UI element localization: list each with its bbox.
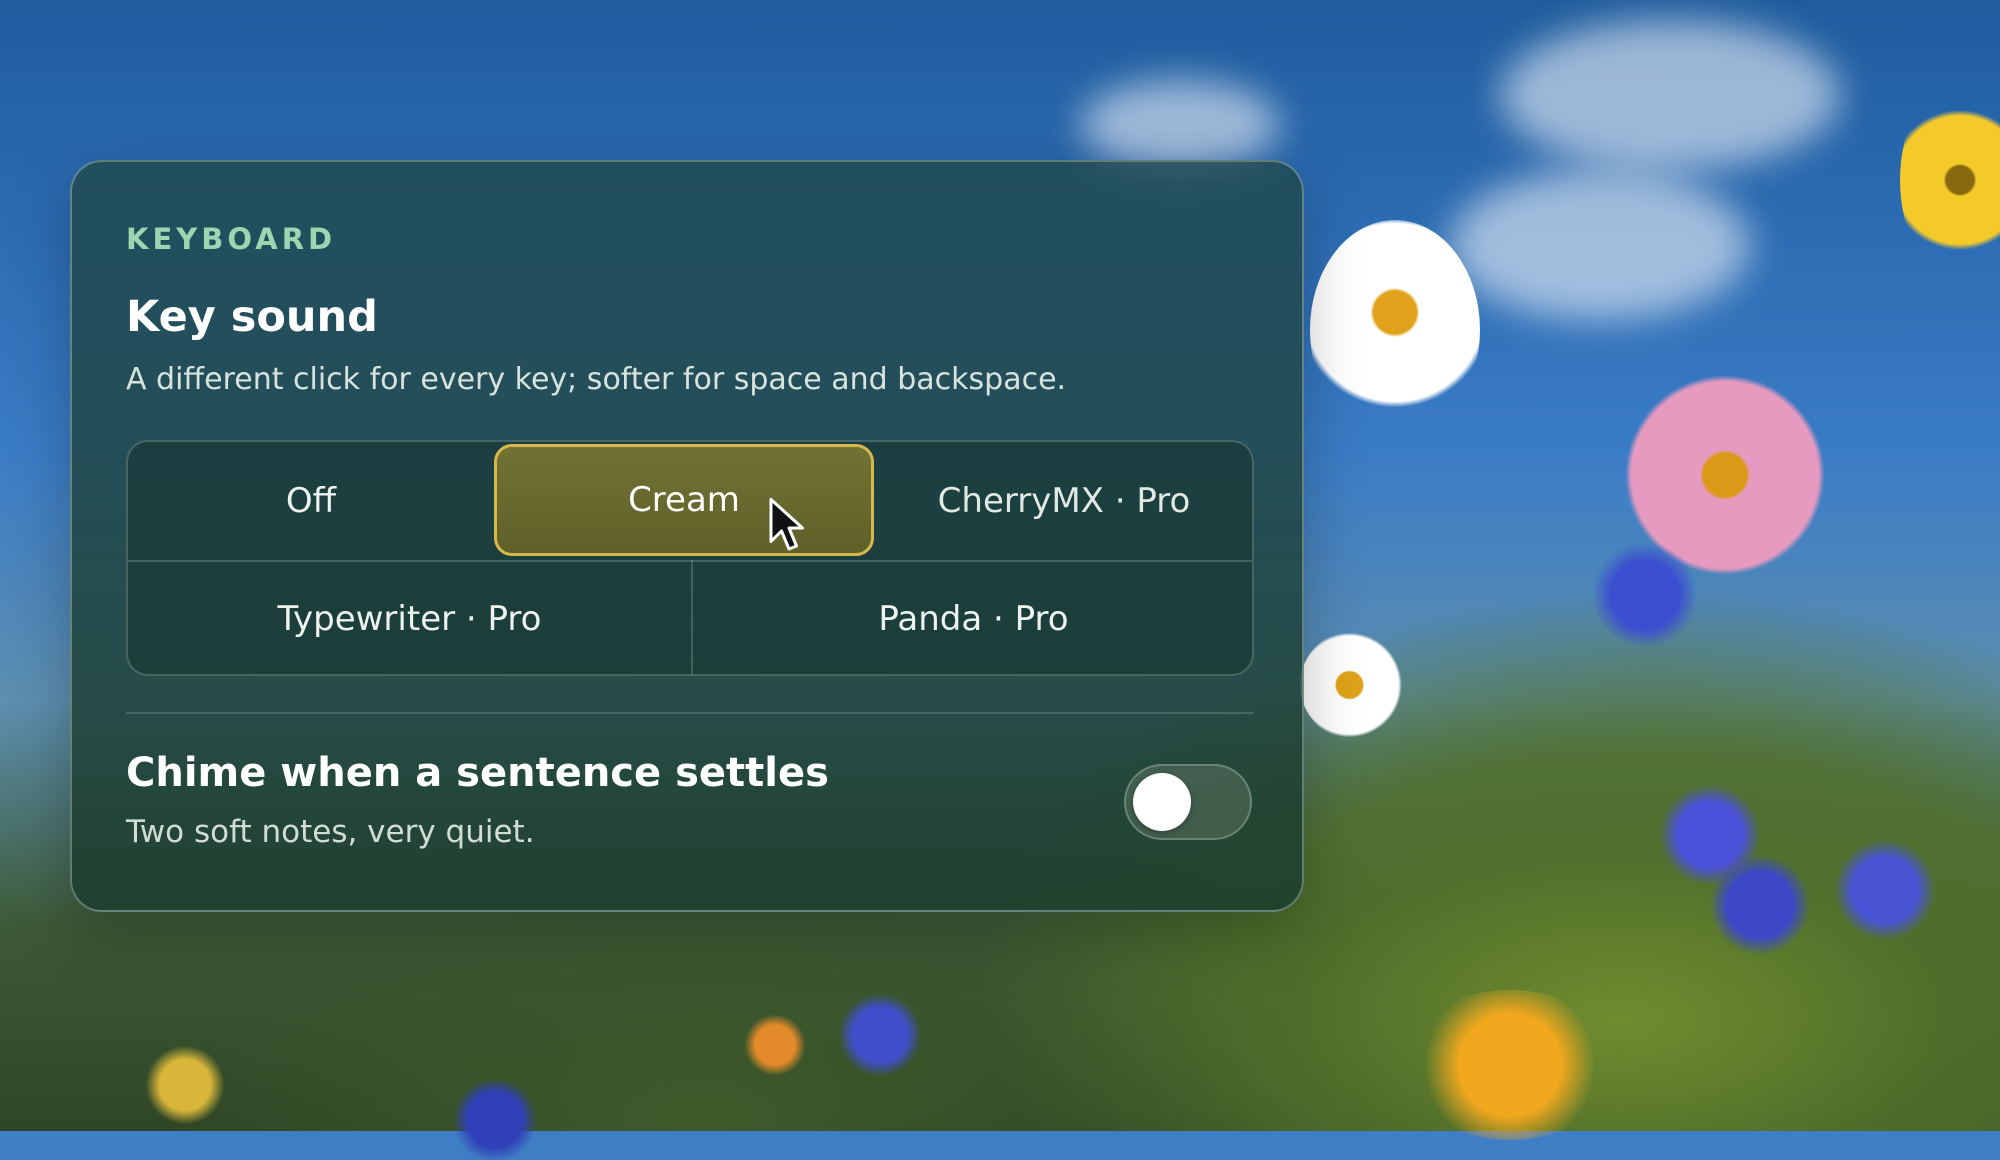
toggle-knob bbox=[1133, 773, 1191, 831]
key-sound-options: Off Cream CherryMX · Pro Typewriter · Pr… bbox=[126, 440, 1254, 676]
keyboard-settings-panel: KEYBOARD Key sound A different click for… bbox=[70, 160, 1304, 912]
key-sound-description: A different click for every key; softer … bbox=[126, 362, 1067, 397]
mouse-pointer-icon bbox=[769, 498, 804, 551]
key-sound-title: Key sound bbox=[126, 292, 378, 342]
chime-description: Two soft notes, very quiet. bbox=[126, 814, 535, 850]
key-sound-option-cream[interactable]: Cream bbox=[494, 444, 874, 556]
chime-toggle[interactable] bbox=[1124, 764, 1252, 840]
key-sound-option-panda[interactable]: Panda · Pro bbox=[693, 562, 1254, 676]
chime-title: Chime when a sentence settles bbox=[126, 750, 829, 796]
key-sound-option-cherrymx[interactable]: CherryMX · Pro bbox=[874, 442, 1254, 560]
section-divider bbox=[126, 712, 1254, 714]
section-label: KEYBOARD bbox=[126, 222, 337, 256]
key-sound-option-off[interactable]: Off bbox=[128, 442, 494, 560]
key-sound-option-typewriter[interactable]: Typewriter · Pro bbox=[128, 562, 691, 676]
